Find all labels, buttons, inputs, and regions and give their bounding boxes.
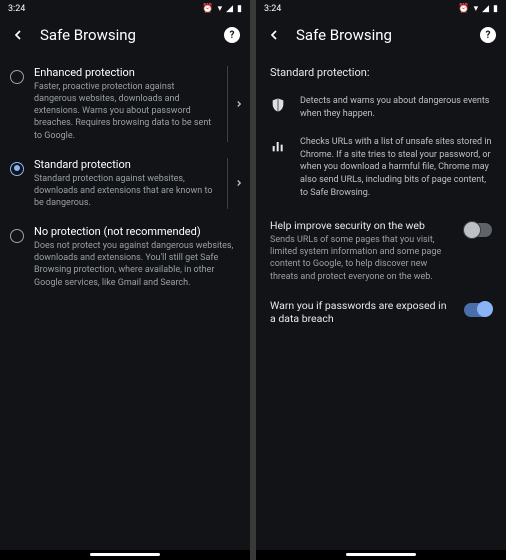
back-button[interactable]: [266, 27, 282, 43]
status-time: 3:24: [264, 4, 281, 14]
radio-enhanced[interactable]: [10, 70, 24, 84]
phone-left: 3:24 ⏰▾◢▮ Safe Browsing ? Enhanced prote…: [0, 0, 250, 560]
phone-right: 3:24 ⏰▾◢▮ Safe Browsing ? Standard prote…: [256, 0, 506, 560]
divider: [227, 66, 228, 142]
help-button[interactable]: ?: [480, 27, 496, 43]
option-desc: Does not protect you against dangerous w…: [34, 240, 240, 289]
option-title: Enhanced protection: [34, 66, 216, 79]
page-title: Safe Browsing: [40, 26, 210, 44]
status-bar: 3:24 ⏰▾◢▮: [256, 0, 506, 18]
toggle-improve-security: Help improve security on the web Sends U…: [256, 209, 506, 289]
toggle-password-breach: Warn you if passwords are exposed in a d…: [256, 289, 506, 333]
nav-bar: [0, 550, 250, 560]
option-desc: Faster, proactive protection against dan…: [34, 81, 216, 142]
bar-chart-icon: [270, 138, 286, 154]
header: Safe Browsing ?: [256, 18, 506, 54]
chevron-right-icon[interactable]: [232, 99, 246, 109]
detail-row: Detects and warns you about dangerous ev…: [256, 89, 506, 130]
option-desc: Standard protection against websites, do…: [34, 173, 216, 209]
option-no-protection[interactable]: No protection (not recommended) Does not…: [0, 217, 250, 297]
radio-standard[interactable]: [10, 162, 24, 176]
options-list: Enhanced protection Faster, proactive pr…: [0, 54, 250, 550]
detail-row: Checks URLs with a list of unsafe sites …: [256, 130, 506, 209]
status-icons: ⏰▾◢▮: [202, 4, 242, 14]
switch-password-breach[interactable]: [464, 303, 492, 317]
status-icons: ⏰▾◢▮: [458, 4, 498, 14]
detail-text: Checks URLs with a list of unsafe sites …: [300, 136, 492, 199]
status-bar: 3:24 ⏰▾◢▮: [0, 0, 250, 18]
status-time: 3:24: [8, 4, 25, 14]
option-title: No protection (not recommended): [34, 225, 240, 238]
chevron-right-icon[interactable]: [232, 178, 246, 188]
radio-none[interactable]: [10, 229, 24, 243]
option-standard[interactable]: Standard protection Standard protection …: [0, 150, 250, 217]
shield-icon: [270, 97, 286, 113]
option-enhanced[interactable]: Enhanced protection Faster, proactive pr…: [0, 58, 250, 150]
detail-content: Standard protection: Detects and warns y…: [256, 54, 506, 550]
back-button[interactable]: [10, 27, 26, 43]
toggle-title: Warn you if passwords are exposed in a d…: [270, 299, 454, 325]
divider: [227, 158, 228, 209]
nav-bar: [256, 550, 506, 560]
toggle-title: Help improve security on the web: [270, 219, 454, 232]
detail-text: Detects and warns you about dangerous ev…: [300, 95, 492, 120]
help-button[interactable]: ?: [224, 27, 240, 43]
toggle-desc: Sends URLs of some pages that you visit,…: [270, 234, 454, 283]
header: Safe Browsing ?: [0, 18, 250, 54]
option-title: Standard protection: [34, 158, 216, 171]
page-title: Safe Browsing: [296, 26, 466, 44]
switch-improve-security[interactable]: [464, 223, 492, 237]
section-title: Standard protection:: [256, 58, 506, 89]
